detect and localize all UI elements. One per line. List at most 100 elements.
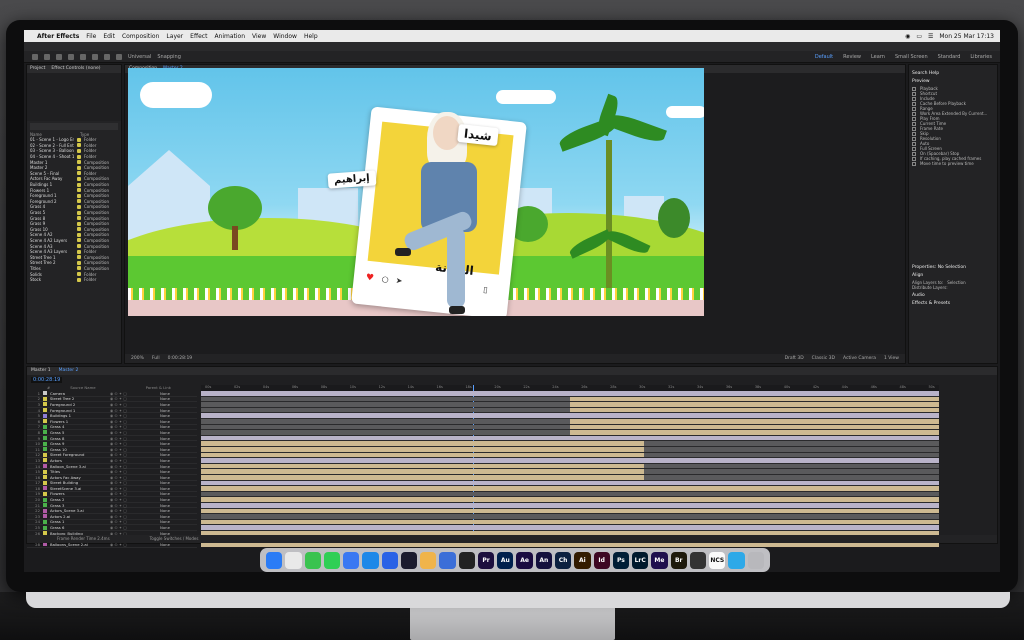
layer-duration-bar[interactable] [201,508,939,514]
layer-duration-bar[interactable] [201,486,939,491]
camera-tool-icon[interactable] [92,53,98,60]
layer-switches[interactable]: ◉ ⊙ ✦ ▢ [110,447,160,452]
layer-switches[interactable]: ◉ ⊙ ✦ ▢ [110,419,160,424]
layer-switches[interactable]: ◉ ⊙ ✦ ▢ [110,441,160,446]
layer-parent-dropdown[interactable]: None [160,497,170,502]
layer-duration-bar[interactable] [201,503,939,508]
wifi-icon[interactable]: ◉ [905,33,910,40]
layer-label-color[interactable] [43,486,47,491]
dock-app-icon[interactable]: Id [593,551,610,569]
dock-app-icon[interactable] [343,551,360,569]
tab-timeline-master-2[interactable]: Master 2 [59,368,79,374]
resolution-dropdown[interactable]: Full [152,356,160,361]
viewer-timecode[interactable]: 0:00:28:19 [168,356,193,361]
checkbox[interactable] [912,131,916,136]
layer-switches[interactable]: ◉ ⊙ ✦ ▢ [110,503,160,508]
workspace-small-screen[interactable]: Small Screen [895,54,928,60]
layer-label-color[interactable] [43,480,47,485]
layer-duration-bar[interactable] [570,407,939,413]
workspace-standard[interactable]: Standard [938,54,961,60]
universal-toggle[interactable]: Universal [128,54,151,60]
workspace-libraries[interactable]: Libraries [970,54,992,60]
dock-app-icon[interactable]: Pr [477,551,495,569]
battery-icon[interactable]: ▭ [916,33,922,40]
layer-duration-bar[interactable] [201,424,570,430]
layer-parent-dropdown[interactable]: None [160,491,170,496]
dock-app-icon[interactable] [420,551,437,569]
menu-app-name[interactable]: After Effects [37,33,79,40]
align-to-dropdown[interactable]: Selection [947,280,965,285]
column-type[interactable]: Type [80,132,89,137]
layer-switches[interactable]: ◉ ⊙ ✦ ▢ [110,497,160,502]
dock-app-icon[interactable] [458,551,475,569]
layer-duration-bar[interactable] [201,447,644,452]
checkbox[interactable] [912,121,916,126]
workspace-learn[interactable]: Learn [871,54,885,60]
layer-duration-bar[interactable] [643,469,939,474]
layer-duration-bar[interactable] [643,441,939,446]
layer-switches[interactable]: ◉ ⊙ ✦ ▢ [110,413,160,418]
dock-app-icon[interactable] [362,551,379,569]
layer-label-color[interactable] [43,491,47,496]
layer-duration-bar[interactable] [201,491,939,497]
layer-parent-dropdown[interactable]: None [160,396,170,401]
layer-duration-bar[interactable] [201,452,644,458]
layer-duration-bar[interactable] [643,463,939,469]
layer-parent-dropdown[interactable]: None [160,402,170,407]
layer-label-color[interactable] [43,441,47,446]
layer-switches[interactable]: ◉ ⊙ ✦ ▢ [110,396,160,401]
layer-switches[interactable]: ◉ ⊙ ✦ ▢ [110,508,160,513]
snapping-toggle[interactable]: Snapping [157,54,181,60]
dock-app-icon[interactable] [400,551,418,569]
home-icon[interactable] [32,53,38,60]
layer-duration-bar[interactable] [201,430,570,435]
layer-label-color[interactable] [43,519,47,524]
layer-switches[interactable]: ◉ ⊙ ✦ ▢ [110,519,160,524]
audio-title[interactable]: Audio [912,293,994,298]
clock[interactable]: Mon 25 Mar 17:13 [939,33,994,40]
layer-parent-dropdown[interactable]: None [160,424,170,429]
menu-edit[interactable]: Edit [103,33,115,40]
layer-parent-dropdown[interactable]: None [160,503,170,508]
checkbox[interactable] [912,96,916,101]
layer-parent-dropdown[interactable]: None [160,419,170,424]
checkbox[interactable] [912,161,916,166]
rotate-tool-icon[interactable] [80,53,86,60]
layer-parent-dropdown[interactable]: None [160,408,170,413]
layer-parent-dropdown[interactable]: None [160,441,170,446]
menu-effect[interactable]: Effect [190,33,207,40]
workspace-default[interactable]: Default [815,54,833,60]
dock-app-icon[interactable]: Ai [574,551,591,569]
layer-label-color[interactable] [43,452,47,457]
layer-label-color[interactable] [43,525,47,530]
layer-switches[interactable]: ◉ ⊙ ✦ ▢ [110,458,160,463]
layer-switches[interactable]: ◉ ⊙ ✦ ▢ [110,525,160,530]
layer-duration-bar[interactable] [201,413,939,418]
layer-label-color[interactable] [43,413,47,418]
layer-label-color[interactable] [43,508,47,513]
menu-help[interactable]: Help [304,33,318,40]
layer-label-color[interactable] [43,464,47,469]
dock-app-icon[interactable] [266,551,283,569]
dock-app-icon[interactable]: Ae [516,551,533,569]
layer-duration-bar[interactable] [570,419,939,424]
layer-duration-bar[interactable] [570,424,939,430]
layer-label-color[interactable] [43,424,47,429]
dock-app-icon[interactable]: LrC [632,551,649,569]
dock-app-icon[interactable] [381,551,398,569]
toggle-switches-modes[interactable]: Toggle Switches / Modes [150,536,199,542]
camera-dropdown[interactable]: Active Camera [843,356,876,361]
checkbox[interactable] [912,146,916,151]
layer-duration-bar[interactable] [201,475,644,480]
layer-parent-dropdown[interactable]: None [160,452,170,457]
hand-tool-icon[interactable] [56,53,62,60]
layer-label-color[interactable] [43,469,47,474]
dock-app-icon[interactable]: An [535,551,552,569]
menu-window[interactable]: Window [273,33,297,40]
dock-app-icon[interactable] [728,551,745,569]
layer-switches[interactable]: ◉ ⊙ ✦ ▢ [110,491,160,496]
checkbox[interactable] [912,86,916,91]
layer-label-color[interactable] [43,402,47,407]
project-search-input[interactable] [30,123,118,130]
layer-label-color[interactable] [43,514,47,519]
